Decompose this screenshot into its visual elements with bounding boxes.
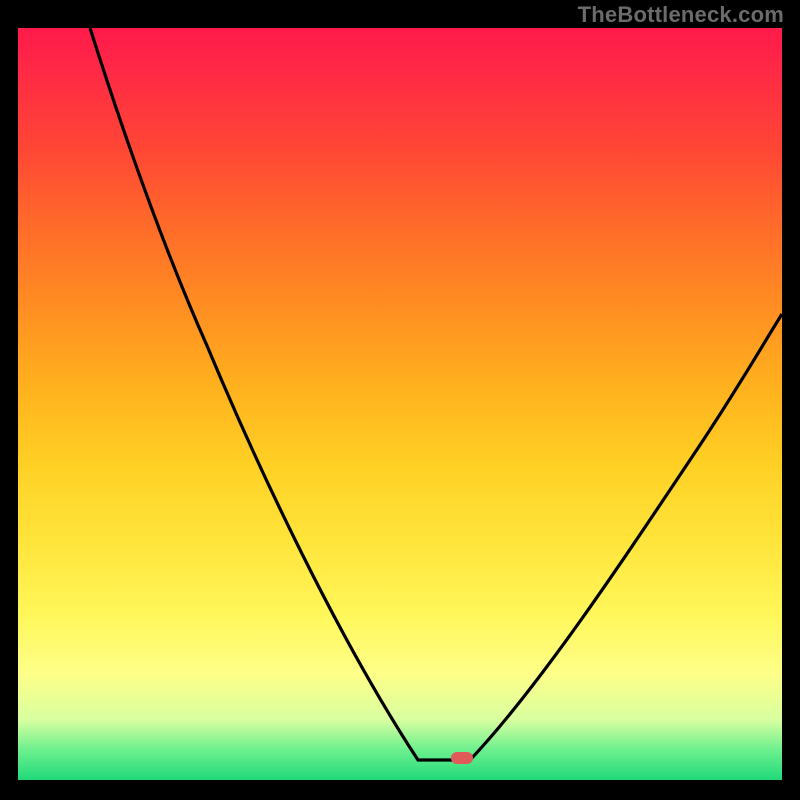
chart-frame: TheBottleneck.com xyxy=(0,0,800,800)
curve-right-branch xyxy=(470,314,782,760)
curve-left-branch xyxy=(90,28,470,760)
optimum-marker xyxy=(451,752,473,764)
watermark-text: TheBottleneck.com xyxy=(578,2,784,28)
plot-area xyxy=(18,28,782,780)
bottleneck-curve xyxy=(18,28,782,780)
